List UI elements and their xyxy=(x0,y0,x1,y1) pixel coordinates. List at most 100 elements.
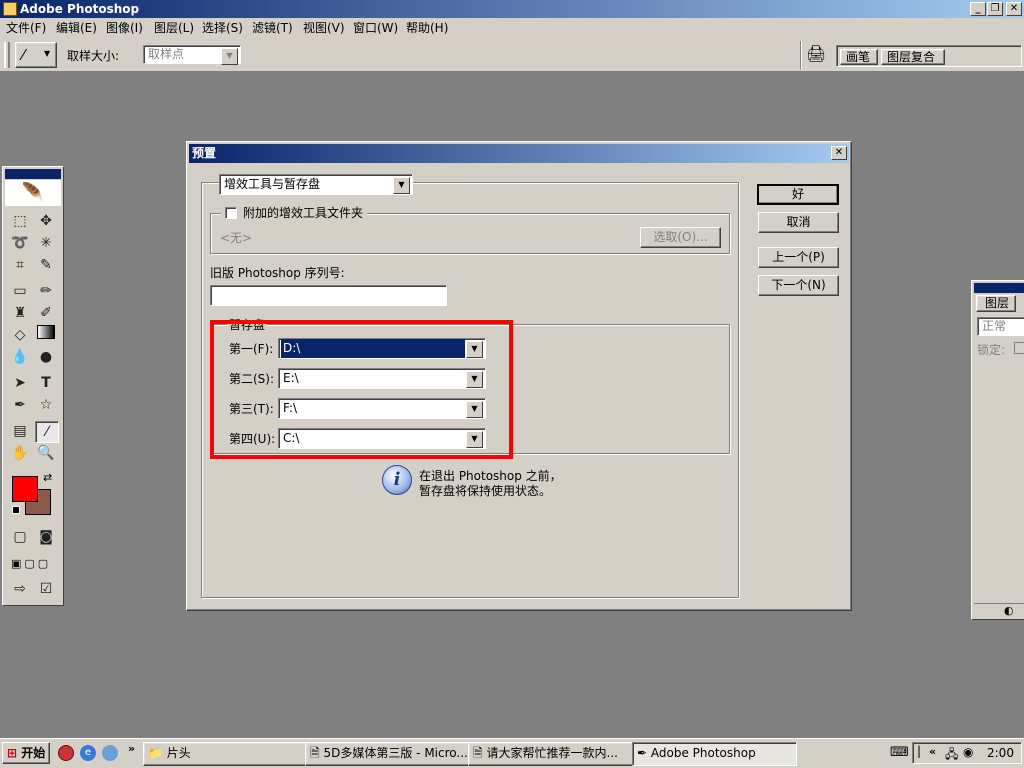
palette-tab-layer-comps[interactable]: 图层复合 xyxy=(881,49,945,65)
blur-tool-icon[interactable]: 💧 xyxy=(9,347,31,367)
task-folder-label: 片头 xyxy=(166,746,191,760)
lock-transparency-icon[interactable] xyxy=(1014,342,1024,354)
app-title: Adobe Photoshop xyxy=(20,2,140,16)
new-fill-layer-icon[interactable]: ◐ xyxy=(1004,604,1014,617)
history-brush-tool-icon[interactable]: ✐ xyxy=(35,303,57,323)
choose-plugins-button[interactable]: 选取(O)... xyxy=(640,227,721,248)
file-browser-icon[interactable]: 🖨 xyxy=(806,44,828,64)
brush-tool-icon[interactable]: ✏ xyxy=(35,281,57,301)
healing-brush-tool-icon[interactable]: ▭ xyxy=(9,281,31,301)
info-icon: i xyxy=(382,465,412,495)
crop-tool-icon[interactable]: ⌗ xyxy=(9,255,31,275)
menu-help[interactable]: 帮助(H) xyxy=(406,20,448,36)
jump-to-imageready-icon[interactable]: ⇨ xyxy=(9,579,31,599)
tool-preset-picker[interactable]: ⁄ ▼ xyxy=(15,42,57,68)
restore-button[interactable]: ❐ xyxy=(987,2,1003,16)
section-select[interactable]: 增效工具与暂存盘 ▼ xyxy=(219,174,413,195)
close-button[interactable]: ✕ xyxy=(1006,2,1022,16)
type-tool-icon[interactable]: T xyxy=(35,373,57,393)
menu-file[interactable]: 文件(F) xyxy=(6,20,46,36)
zoom-tool-icon[interactable]: 🔍 xyxy=(35,443,57,463)
magic-wand-tool-icon[interactable]: ✳ xyxy=(35,233,57,253)
blend-mode-value: 正常 xyxy=(982,319,1007,333)
sample-size-select[interactable]: 取样点 ▼ xyxy=(143,45,241,65)
swap-colors-icon[interactable]: ⇄ xyxy=(43,471,52,484)
task-browser[interactable]: 🗎 请大家帮忙推荐一款内... xyxy=(468,742,634,766)
toolbox: 🪶 ⬚ ✥ ➰ ✳ ⌗ ✎ ▭ ✏ ♜ ✐ ◇ 💧 ● ➤ T ✒ ☆ ▤ ⁄ … xyxy=(2,166,64,606)
lasso-tool-icon[interactable]: ➰ xyxy=(9,233,31,253)
next-button[interactable]: 下一个(N) xyxy=(758,275,839,296)
app-title-bar: Adobe Photoshop _ ❐ ✕ xyxy=(0,0,1024,18)
toolbox-title[interactable] xyxy=(5,169,61,179)
section-value: 增效工具与暂存盘 xyxy=(224,177,321,191)
preferences-dialog: 预置 ✕ 增效工具与暂存盘 ▼ 附加的增效工具文件夹 <无> 选取(O)... … xyxy=(186,141,852,611)
dialog-title-bar: 预置 ✕ xyxy=(189,144,849,163)
task-folder[interactable]: 📁 片头 xyxy=(143,742,308,766)
legacy-serial-input[interactable] xyxy=(210,285,447,306)
start-button[interactable]: ⊞ 开始 xyxy=(2,742,50,764)
quicklaunch-messenger-icon[interactable] xyxy=(102,745,118,761)
options-bar: ⁄ ▼ 取样大小: 取样点 ▼ 🖨 画笔 图层复合 xyxy=(0,38,1024,72)
palette-well: 画笔 图层复合 xyxy=(836,45,1022,67)
marquee-tool-icon[interactable]: ⬚ xyxy=(9,211,31,231)
dodge-tool-icon[interactable]: ● xyxy=(35,347,57,367)
menu-view[interactable]: 视图(V) xyxy=(303,20,345,36)
checkmark-icon[interactable]: ☑ xyxy=(35,579,57,599)
photoshop-app-icon xyxy=(3,2,17,16)
shape-tool-icon[interactable]: ☆ xyxy=(35,395,57,415)
ok-button[interactable]: 好 xyxy=(757,184,839,205)
feather-logo-icon[interactable]: 🪶 xyxy=(5,180,61,206)
layers-tab[interactable]: 图层 xyxy=(976,295,1016,312)
hand-tool-icon[interactable]: ✋ xyxy=(9,443,31,463)
dialog-close-button[interactable]: ✕ xyxy=(831,146,847,160)
volume-icon[interactable]: ◉ xyxy=(963,745,973,759)
keyboard-icon[interactable]: ⌨ xyxy=(890,745,909,760)
menu-window[interactable]: 窗口(W) xyxy=(353,20,398,36)
pen-tool-icon[interactable]: ✒ xyxy=(9,395,31,415)
tray-divider: | xyxy=(917,744,922,758)
menu-bar: 文件(F) 编辑(E) 图像(I) 图层(L) 选择(S) 滤镜(T) 视图(V… xyxy=(0,18,1024,38)
tray-expand-icon[interactable]: « xyxy=(929,745,936,758)
path-selection-tool-icon[interactable]: ➤ xyxy=(9,373,31,393)
move-tool-icon[interactable]: ✥ xyxy=(35,211,57,231)
system-tray: | « 🖧 ◉ 2:00 xyxy=(912,742,1022,764)
task-word-doc-label: 5D多媒体第三版 - Micro... xyxy=(323,746,468,760)
quicklaunch-more-icon[interactable]: » xyxy=(128,742,135,755)
slice-tool-icon[interactable]: ✎ xyxy=(35,255,57,275)
clock: 2:00 xyxy=(987,746,1014,760)
palette-tab-brushes[interactable]: 画笔 xyxy=(840,49,878,65)
menu-edit[interactable]: 编辑(E) xyxy=(56,20,97,36)
network-icon[interactable]: 🖧 xyxy=(945,745,958,766)
word-doc-icon: 🗎 xyxy=(310,746,320,760)
layers-panel-title[interactable] xyxy=(974,283,1024,293)
quicklaunch-browser-icon[interactable] xyxy=(58,745,74,761)
plugins-checkbox[interactable] xyxy=(225,207,237,219)
task-word-doc[interactable]: 🗎 5D多媒体第三版 - Micro... xyxy=(305,742,470,766)
previous-button[interactable]: 上一个(P) xyxy=(758,247,839,268)
menu-filter[interactable]: 滤镜(T) xyxy=(252,20,293,36)
options-grip[interactable] xyxy=(4,42,10,68)
cancel-button[interactable]: 取消 xyxy=(758,212,839,233)
quicklaunch-ie-icon[interactable]: e xyxy=(80,745,96,761)
gradient-tool-icon[interactable] xyxy=(35,325,57,345)
red-highlight-box xyxy=(210,320,513,459)
default-colors-icon[interactable] xyxy=(12,506,20,514)
task-photoshop[interactable]: ✒ Adobe Photoshop xyxy=(632,742,797,766)
eyedropper-tool-icon[interactable]: ⁄ xyxy=(35,421,59,443)
menu-select[interactable]: 选择(S) xyxy=(202,20,243,36)
menu-image[interactable]: 图像(I) xyxy=(106,20,143,36)
blend-mode-select[interactable]: 正常 xyxy=(977,317,1024,336)
lock-label: 锁定: xyxy=(977,343,1006,357)
foreground-color-swatch[interactable] xyxy=(12,476,38,502)
layers-panel: 图层 正常 锁定: ◐ xyxy=(971,280,1024,620)
notes-tool-icon[interactable]: ▤ xyxy=(9,421,31,441)
quick-mask-mode-icon[interactable]: ◙ xyxy=(35,527,57,547)
standard-mode-icon[interactable]: ▢ xyxy=(9,527,31,547)
eyedropper-icon: ⁄ xyxy=(22,46,25,64)
chevron-down-icon: ▼ xyxy=(221,48,238,65)
menu-layer[interactable]: 图层(L) xyxy=(154,20,194,36)
eraser-tool-icon[interactable]: ◇ xyxy=(9,325,31,345)
screen-mode-icons[interactable]: ▣▢▢ xyxy=(11,557,59,571)
clone-stamp-tool-icon[interactable]: ♜ xyxy=(9,303,31,323)
minimize-button[interactable]: _ xyxy=(970,2,986,16)
